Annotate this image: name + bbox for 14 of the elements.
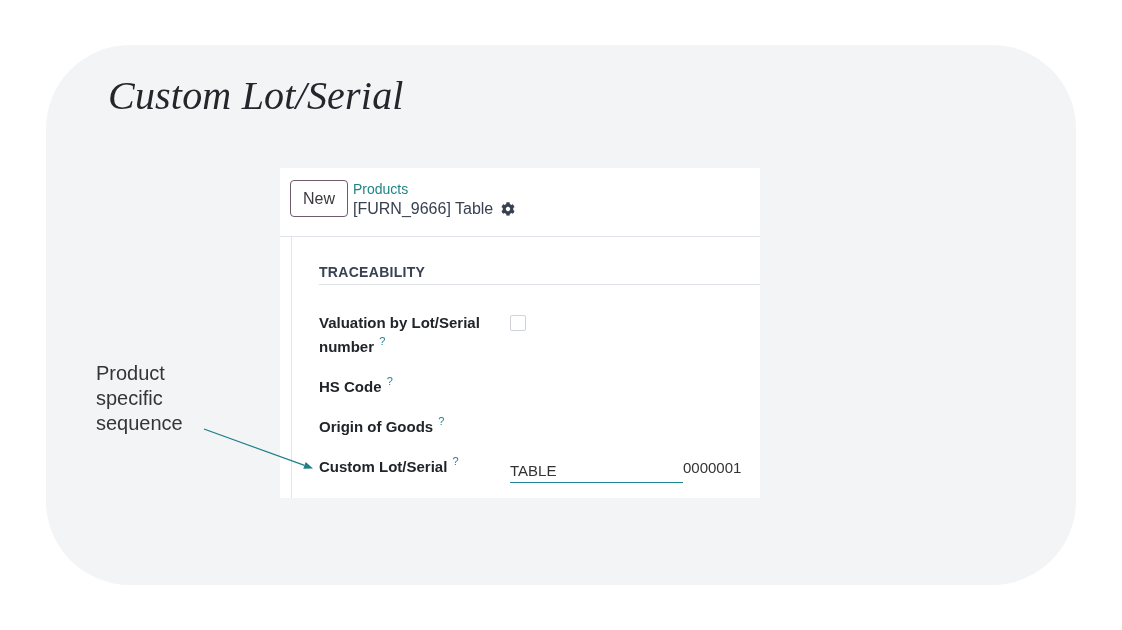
sequence-number: 0000001 [683,458,742,478]
breadcrumb-link[interactable]: Products [353,180,409,198]
field-label: Origin of Goods $^{?}$ [319,418,445,435]
field-label: Custom Lot/Serial $^{?}$ [319,458,459,475]
settings-icon[interactable] [501,202,516,216]
input-field[interactable]: TABLE [510,455,683,483]
section-heading: TRACEABILITY [319,262,760,285]
checkbox[interactable] [510,315,526,331]
record-title: [FURN_9666] Table [353,199,494,219]
field-label: HS Code $^{?}$ [319,378,393,395]
annotation-text: Product specific sequence [96,361,184,436]
new-button[interactable]: New [290,180,348,217]
slide-title: Custom Lot/Serial [108,72,404,120]
field-label: Valuation by Lot/Serial number $^{?}$ [319,314,480,355]
